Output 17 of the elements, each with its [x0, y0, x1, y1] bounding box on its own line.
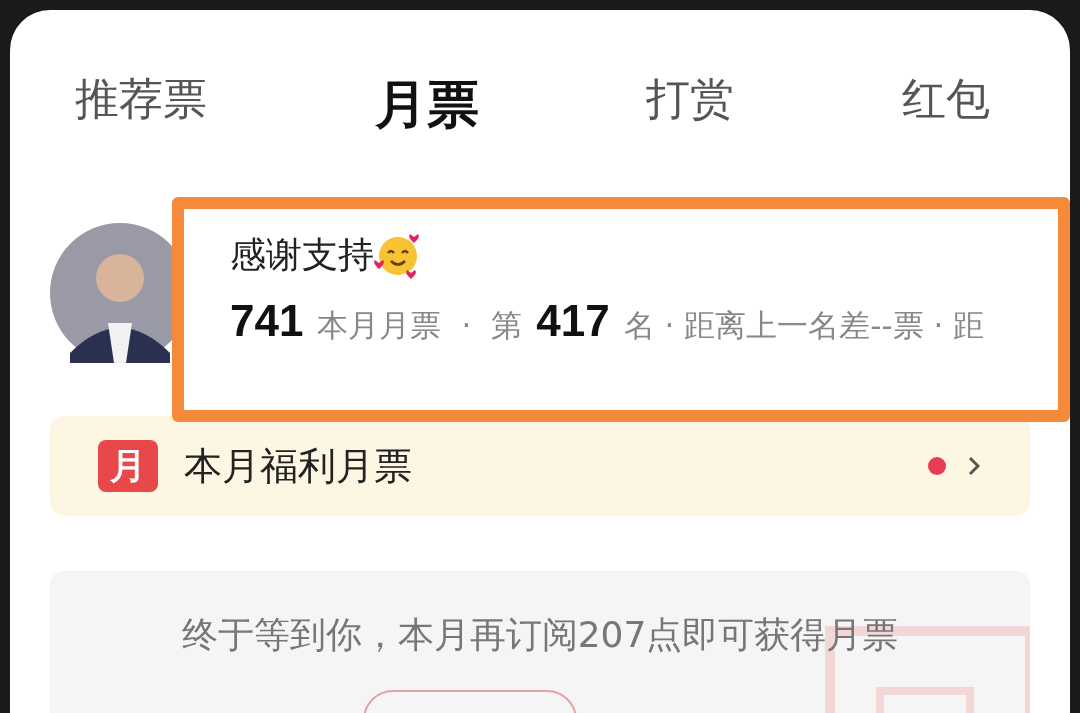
tab[interactable]: 推荐票 — [65, 60, 217, 139]
votes-label: 本月月票 — [317, 306, 442, 345]
benefit-label: 本月福利月票 — [184, 442, 413, 490]
rank-number: 417 — [536, 296, 610, 346]
smiley-hearts-icon — [374, 231, 422, 280]
tab[interactable]: 月票 — [364, 60, 489, 150]
separator: · — [461, 307, 472, 343]
votes-count: 741 — [230, 296, 304, 346]
rank-prefix: 第 — [491, 306, 523, 345]
rank-text: 名 · 距离上一名差--票 · 距 — [623, 306, 985, 345]
tab[interactable]: 打赏 — [636, 60, 745, 139]
subscribe-message: 终于等到你，本月再订阅207点即可获得月票 — [181, 613, 899, 657]
benefit-row[interactable]: 月 本月福利月票 — [50, 416, 1030, 516]
thanks-text: 感谢支持 — [230, 233, 374, 277]
chevron-right-icon — [968, 456, 980, 476]
ticket-icon: 月 — [98, 440, 158, 492]
tab[interactable]: 红包 — [891, 60, 1000, 139]
